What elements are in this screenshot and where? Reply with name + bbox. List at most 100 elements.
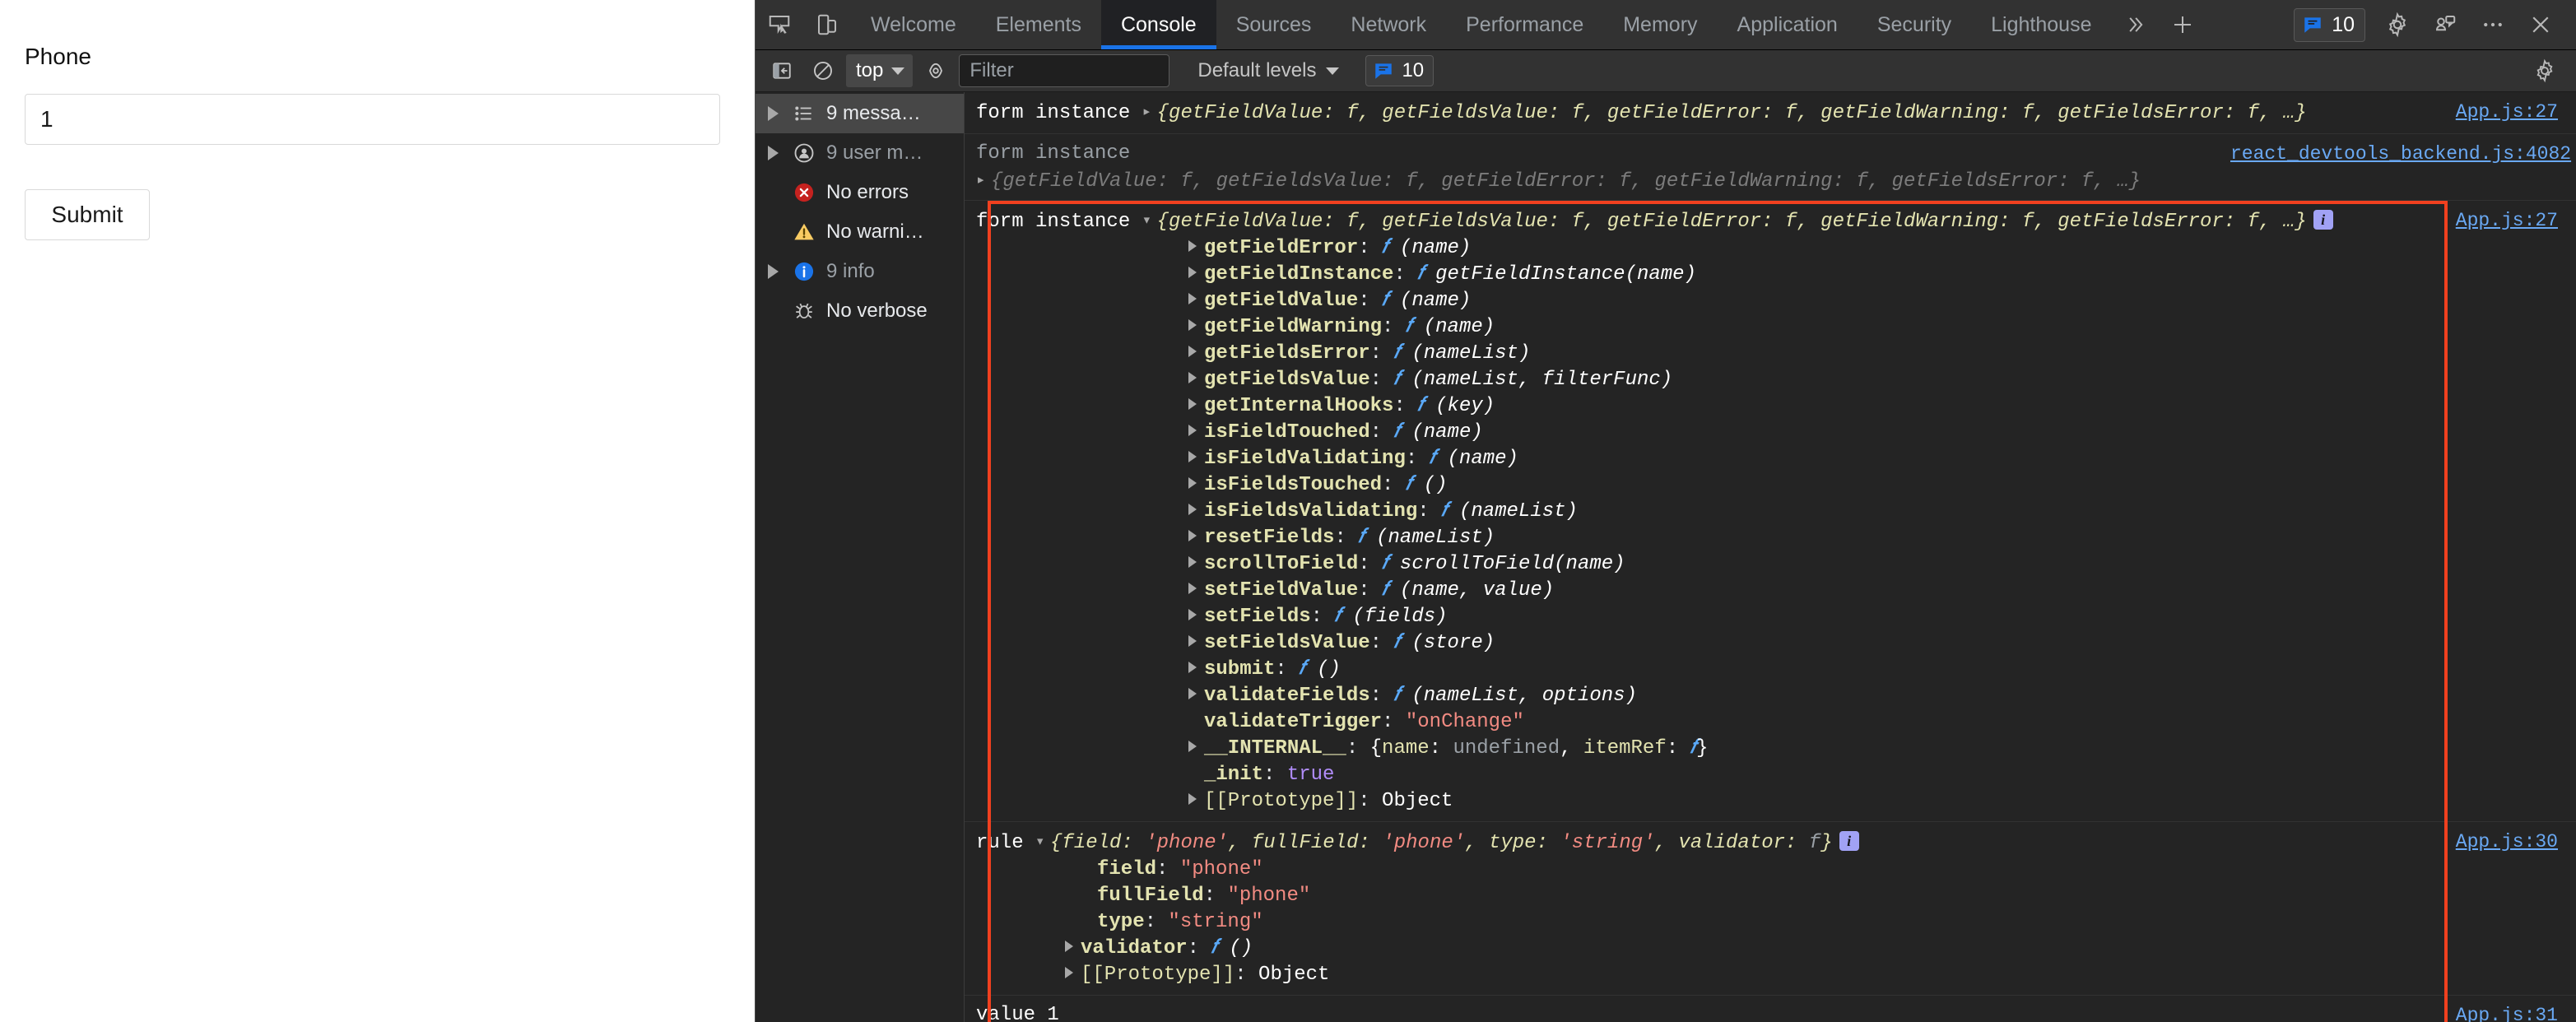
console-message-row[interactable]: form instance ▾ {getFieldValue: f, getFie… — [965, 201, 2576, 822]
expand-triangle-icon[interactable] — [1188, 504, 1197, 515]
source-link[interactable]: App.js:27 — [2436, 207, 2576, 234]
object-property[interactable]: getFieldsValue: 𝑓 (nameList, filterFunc) — [976, 367, 2568, 393]
object-preview[interactable]: {getFieldValue: f, getFieldsValue: f, ge… — [1157, 102, 2307, 124]
expand-triangle-icon[interactable] — [1188, 635, 1197, 647]
more-tabs-chevron-icon[interactable] — [2111, 0, 2159, 49]
collapse-triangle-icon[interactable]: ▾ — [1142, 207, 1157, 234]
expand-triangle-icon[interactable] — [1065, 967, 1073, 978]
source-link[interactable]: react_devtools_backend.js:4082 — [2230, 141, 2576, 167]
sidebar-item-verbose[interactable]: No verbose — [756, 291, 964, 331]
object-property[interactable]: isFieldsValidating: 𝑓 (nameList) — [976, 499, 2568, 525]
object-property[interactable]: scrollToField: 𝑓 scrollToField(name) — [976, 551, 2568, 578]
tab-welcome[interactable]: Welcome — [851, 0, 976, 49]
submit-button[interactable]: Submit — [25, 188, 150, 240]
live-expression-eye-icon[interactable] — [918, 54, 954, 87]
expand-triangle-icon[interactable]: ▸ — [976, 167, 991, 193]
object-property[interactable]: isFieldTouched: 𝑓 (name) — [976, 420, 2568, 446]
info-badge-icon[interactable]: i — [1839, 831, 1859, 851]
tab-memory[interactable]: Memory — [1603, 0, 1717, 49]
tab-performance[interactable]: Performance — [1446, 0, 1603, 49]
tab-lighthouse[interactable]: Lighthouse — [1971, 0, 2111, 49]
collapse-triangle-icon[interactable]: ▾ — [1035, 829, 1050, 855]
object-property[interactable]: getFieldWarning: 𝑓 (name) — [976, 314, 2568, 341]
expand-triangle-icon[interactable] — [1188, 372, 1197, 383]
expand-triangle-icon[interactable] — [1188, 793, 1197, 805]
sidebar-item-user-messages[interactable]: 9 user m… — [756, 133, 964, 173]
source-link[interactable]: App.js:30 — [2436, 829, 2576, 855]
object-property[interactable]: [[Prototype]]: Object — [976, 788, 2568, 815]
expand-triangle-icon[interactable] — [1065, 941, 1073, 952]
sidebar-item-messages[interactable]: 9 messa… — [756, 94, 964, 133]
settings-gear-icon[interactable] — [2374, 12, 2421, 38]
tabbar-message-count-badge[interactable]: 10 — [2294, 7, 2365, 42]
expand-triangle-icon[interactable] — [1188, 530, 1197, 541]
console-message-row[interactable]: form instance ▸ {getFieldValue: f, getFie… — [965, 134, 2576, 201]
expand-triangle-icon[interactable] — [1188, 319, 1197, 331]
expand-triangle-icon[interactable] — [1188, 240, 1197, 252]
object-property[interactable]: validateFields: 𝑓 (nameList, options) — [976, 683, 2568, 709]
toolbar-message-count-badge[interactable]: 10 — [1365, 55, 1434, 86]
source-link[interactable]: App.js:27 — [2436, 99, 2576, 125]
expand-triangle-icon[interactable] — [764, 106, 782, 121]
sidebar-item-warnings[interactable]: No warni… — [756, 212, 964, 252]
console-filter-input[interactable] — [959, 54, 1170, 87]
expand-triangle-icon[interactable] — [1188, 293, 1197, 304]
info-badge-icon[interactable]: i — [2313, 210, 2333, 230]
expand-triangle-icon[interactable] — [1188, 741, 1197, 752]
expand-triangle-icon[interactable] — [1188, 451, 1197, 462]
console-settings-gear-icon[interactable] — [2527, 54, 2563, 87]
object-property[interactable]: __INTERNAL__: {name: undefined, itemRef:… — [976, 736, 2568, 762]
tab-elements[interactable]: Elements — [976, 0, 1101, 49]
expand-triangle-icon[interactable] — [1188, 688, 1197, 699]
tab-network[interactable]: Network — [1331, 0, 1446, 49]
tab-security[interactable]: Security — [1858, 0, 1971, 49]
expand-triangle-icon[interactable] — [1188, 346, 1197, 357]
object-property[interactable]: isFieldsTouched: 𝑓 () — [976, 472, 2568, 499]
object-property[interactable]: isFieldValidating: 𝑓 (name) — [976, 446, 2568, 472]
console-message-row[interactable]: rule ▾ {field: 'phone', fullField: 'phone… — [965, 822, 2576, 996]
source-link[interactable]: App.js:31 — [2436, 1002, 2576, 1022]
object-property[interactable]: submit: 𝑓 () — [976, 657, 2568, 683]
expand-triangle-icon[interactable] — [1188, 609, 1197, 620]
object-property[interactable]: getFieldInstance: 𝑓 getFieldInstance(nam… — [976, 262, 2568, 288]
expand-triangle-icon[interactable]: ▸ — [1142, 99, 1157, 125]
phone-input[interactable] — [25, 93, 720, 145]
sidebar-item-info[interactable]: 9 info — [756, 252, 964, 291]
inspect-element-icon[interactable] — [756, 0, 803, 49]
expand-triangle-icon[interactable] — [1188, 477, 1197, 489]
console-message-row[interactable]: form instance ▸ {getFieldValue: f, getFie… — [965, 92, 2576, 134]
expand-triangle-icon[interactable] — [764, 264, 782, 279]
console-message-row[interactable]: value 1 App.js:31 — [965, 996, 2576, 1022]
sidebar-item-errors[interactable]: No errors — [756, 173, 964, 212]
object-property[interactable]: getFieldError: 𝑓 (name) — [976, 235, 2568, 262]
expand-triangle-icon[interactable] — [1188, 583, 1197, 594]
expand-triangle-icon[interactable] — [1188, 556, 1197, 568]
object-property[interactable]: validator: 𝑓 () — [976, 936, 2568, 962]
tab-console[interactable]: Console — [1100, 0, 1216, 49]
object-preview[interactable]: {getFieldValue: f, getFieldsValue: f, ge… — [1157, 211, 2307, 233]
expand-triangle-icon[interactable] — [1188, 267, 1197, 278]
execution-context-select[interactable]: top — [846, 54, 914, 87]
tab-sources[interactable]: Sources — [1216, 0, 1332, 49]
add-tab-plus-icon[interactable] — [2159, 0, 2206, 49]
object-property[interactable]: [[Prototype]]: Object — [976, 962, 2568, 988]
device-toolbar-icon[interactable] — [803, 0, 851, 49]
object-property[interactable]: setFields: 𝑓 (fields) — [976, 604, 2568, 630]
more-options-icon[interactable] — [2469, 12, 2517, 37]
dock-position-icon[interactable] — [2421, 12, 2469, 37]
expand-triangle-icon[interactable] — [1188, 662, 1197, 673]
console-sidebar-toggle-icon[interactable] — [764, 54, 800, 87]
object-property[interactable]: setFieldValue: 𝑓 (name, value) — [976, 578, 2568, 604]
object-property[interactable]: getFieldValue: 𝑓 (name) — [976, 288, 2568, 314]
expand-triangle-icon[interactable] — [764, 146, 782, 160]
expand-triangle-icon[interactable] — [1188, 425, 1197, 436]
expand-triangle-icon[interactable] — [1188, 398, 1197, 410]
object-preview[interactable]: {getFieldValue: f, getFieldsValue: f, ge… — [991, 170, 2141, 193]
clear-console-icon[interactable] — [805, 54, 841, 87]
object-property[interactable]: getFieldsError: 𝑓 (nameList) — [976, 341, 2568, 367]
close-devtools-icon[interactable] — [2517, 12, 2564, 37]
object-preview[interactable]: {field: 'phone', fullField: 'phone', typ… — [1050, 832, 1833, 854]
object-property[interactable]: getInternalHooks: 𝑓 (key) — [976, 393, 2568, 420]
tab-application[interactable]: Application — [1718, 0, 1858, 49]
object-property[interactable]: resetFields: 𝑓 (nameList) — [976, 525, 2568, 551]
